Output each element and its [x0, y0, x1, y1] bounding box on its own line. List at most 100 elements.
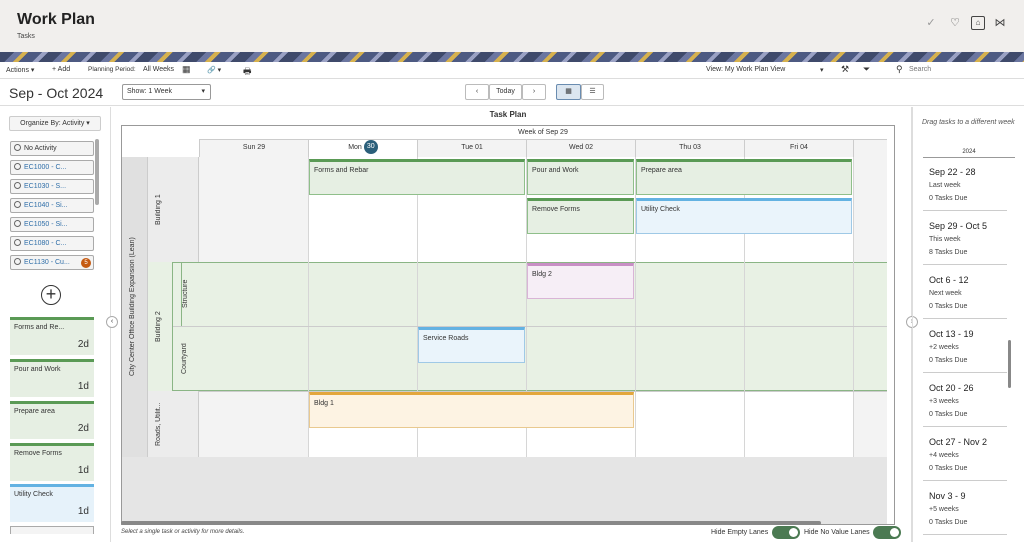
- lane-label: Building 1: [155, 194, 162, 225]
- week-due: 0 Tasks Due: [929, 519, 968, 526]
- task-card[interactable]: Prepare area 2d: [10, 401, 94, 439]
- week-range: Oct 6 - 12: [929, 275, 969, 285]
- activity-label: EC1030 - S...: [24, 183, 67, 190]
- task-card[interactable]: Remove Forms 1d: [10, 443, 94, 481]
- add-activity-button[interactable]: +: [41, 285, 61, 305]
- card-name: Remove Forms: [14, 450, 62, 457]
- check-icon[interactable]: ✓: [924, 16, 938, 30]
- week-item[interactable]: Oct 13 - 19 +2 weeks 0 Tasks Due: [923, 321, 1007, 373]
- actions-menu[interactable]: Actions ▾: [6, 66, 34, 74]
- view-select[interactable]: View: My Work Plan View: [706, 66, 785, 73]
- week-item[interactable]: Nov 3 - 9 +5 weeks 0 Tasks Due: [923, 483, 1007, 535]
- week-relative: Last week: [929, 182, 961, 189]
- badge-icon[interactable]: ⌂: [971, 16, 985, 30]
- day-header: Fri 04: [744, 140, 853, 157]
- planner-title: Task Plan: [489, 110, 527, 119]
- hide-novalue-toggle[interactable]: [873, 526, 901, 539]
- week-due: 0 Tasks Due: [929, 303, 968, 310]
- add-button[interactable]: + Add: [52, 66, 70, 73]
- activity-item[interactable]: EC1080 - C...: [10, 236, 94, 251]
- sublane-label: Structure: [181, 262, 189, 326]
- footer-hint: Select a single task or activity for mor…: [121, 529, 245, 535]
- activity-item[interactable]: EC1050 - Si...: [10, 217, 94, 232]
- task-block[interactable]: Bldg 2: [527, 263, 634, 299]
- horizontal-scrollbar[interactable]: [121, 521, 821, 525]
- task-block[interactable]: Prepare area: [636, 159, 852, 195]
- hide-empty-label: Hide Empty Lanes: [711, 529, 769, 536]
- chevron-down-icon: [14, 258, 21, 265]
- card-name: Pour and Work: [14, 366, 61, 373]
- show-select-value: Show: 1 Week: [127, 88, 173, 95]
- activity-label: EC1040 - Si...: [24, 202, 68, 209]
- week-due: 0 Tasks Due: [929, 357, 968, 364]
- period-bar: Sep - Oct 2024 Show: 1 Week ▾ ‹ Today › ▦…: [0, 80, 1024, 106]
- activity-item[interactable]: EC1000 - C...: [10, 160, 94, 175]
- next-week-button[interactable]: ›: [522, 84, 546, 100]
- share-icon[interactable]: ⋈: [993, 16, 1007, 30]
- task-block[interactable]: Pour and Work: [527, 159, 634, 195]
- task-planner: Task Plan Week of Sep 29 Sun 29 Mon 30 Tu…: [121, 107, 895, 526]
- week-item[interactable]: Oct 6 - 12 Next week 0 Tasks Due: [923, 267, 1007, 319]
- planning-period-select[interactable]: All Weeks: [143, 66, 174, 73]
- chevron-right-icon: [14, 182, 21, 189]
- week-item[interactable]: Oct 20 - 26 +3 weeks 0 Tasks Due: [923, 375, 1007, 427]
- week-item[interactable]: Oct 27 - Nov 2 +4 weeks 0 Tasks Due: [923, 429, 1007, 481]
- heart-pulse-icon[interactable]: ♡: [948, 16, 962, 30]
- page-title: Work Plan: [17, 11, 95, 28]
- show-select[interactable]: Show: 1 Week ▾: [122, 84, 211, 100]
- day-header: Wed 02: [526, 140, 635, 157]
- activity-scrollbar[interactable]: [95, 139, 99, 205]
- task-block[interactable]: Utility Check: [636, 198, 852, 234]
- activity-item[interactable]: EC1030 - S...: [10, 179, 94, 194]
- project-label: City Center Office Building Expansion (L…: [129, 237, 136, 377]
- activity-item-partial[interactable]: [10, 526, 94, 534]
- day-header: [853, 140, 887, 157]
- search-input[interactable]: Search: [909, 66, 931, 73]
- chevron-right-icon: [14, 163, 21, 170]
- grid-view-icon[interactable]: ▦: [556, 84, 581, 100]
- task-card[interactable]: Utility Check 1d: [10, 484, 94, 522]
- year-label: 2024: [923, 149, 1015, 158]
- week-due: 0 Tasks Due: [929, 195, 968, 202]
- organize-by-button[interactable]: Organize By: Activity ▾: [9, 116, 101, 131]
- week-item[interactable]: Sep 22 - 28 Last week 0 Tasks Due: [923, 159, 1007, 211]
- card-duration: 2d: [77, 339, 89, 350]
- hide-empty-toggle[interactable]: [772, 526, 800, 539]
- week-due: 0 Tasks Due: [929, 411, 968, 418]
- wrench-icon[interactable]: ⚒: [841, 64, 849, 75]
- task-card[interactable]: Forms and Re... 2d: [10, 317, 94, 355]
- card-name: Utility Check: [14, 491, 53, 498]
- activity-item[interactable]: No Activity: [10, 141, 94, 156]
- week-header: Week of Sep 29: [199, 126, 887, 140]
- task-block[interactable]: Forms and Rebar: [309, 159, 525, 195]
- task-block[interactable]: Bldg 1: [309, 392, 634, 428]
- activity-item[interactable]: EC1040 - Si...: [10, 198, 94, 213]
- sublane-label: Courtyard: [181, 343, 188, 374]
- period-title: Sep - Oct 2024: [9, 85, 104, 101]
- chevron-down-icon[interactable]: ▾: [820, 66, 824, 74]
- week-scrollbar[interactable]: [1008, 340, 1011, 388]
- sublane-divider: [173, 326, 887, 327]
- card-duration: 2d: [77, 423, 89, 434]
- page-subtitle: Tasks: [17, 33, 35, 40]
- task-block[interactable]: Remove Forms: [527, 198, 634, 234]
- card-duration: 1d: [77, 381, 89, 392]
- list-view-icon[interactable]: ☰: [581, 84, 604, 100]
- card-duration: 1d: [77, 465, 89, 476]
- filter-icon[interactable]: ⏷: [863, 64, 870, 75]
- calendar-icon[interactable]: ▦: [182, 64, 191, 75]
- activity-item[interactable]: EC1130 - Cu... 5: [10, 255, 94, 270]
- task-block[interactable]: Service Roads: [418, 327, 525, 363]
- print-icon[interactable]: 🖶: [243, 64, 252, 80]
- attach-icon[interactable]: 🔗 ▾: [207, 66, 221, 74]
- week-relative: This week: [929, 236, 961, 243]
- task-card[interactable]: Pour and Work 1d: [10, 359, 94, 397]
- week-item[interactable]: Sep 29 - Oct 5 This week 8 Tasks Due: [923, 213, 1007, 265]
- prev-week-button[interactable]: ‹: [465, 84, 489, 100]
- planner-grid: Week of Sep 29 Sun 29 Mon 30 Tue 01 Wed 0…: [121, 125, 895, 525]
- today-pill: 30: [363, 140, 378, 155]
- week-range: Oct 13 - 19: [929, 329, 974, 339]
- collapse-left-icon[interactable]: ‹: [106, 316, 118, 328]
- today-button[interactable]: Today: [489, 84, 522, 100]
- week-range: Oct 20 - 26: [929, 383, 974, 393]
